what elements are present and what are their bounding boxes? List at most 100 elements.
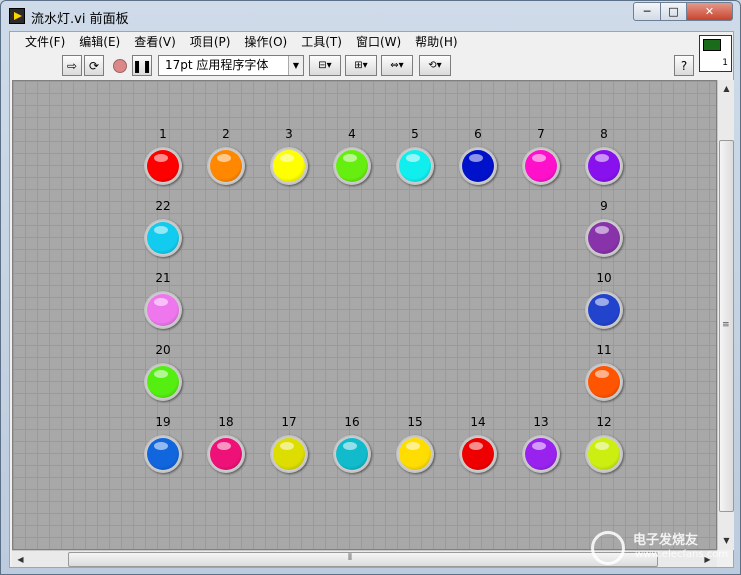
menu-bar: 文件(F) 编辑(E) 查看(V) 项目(P) 操作(O) 工具(T) 窗口(W… <box>10 32 733 52</box>
led-bulb <box>147 438 179 470</box>
menu-operate[interactable]: 操作(O) <box>237 32 294 52</box>
reorder-button[interactable]: ⟲▾ <box>419 55 451 76</box>
menu-window[interactable]: 窗口(W) <box>349 32 408 52</box>
menu-view[interactable]: 查看(V) <box>127 32 183 52</box>
led-label: 18 <box>218 415 234 429</box>
led-label: 8 <box>600 127 608 141</box>
pause-button[interactable]: ❚❚ <box>132 55 152 76</box>
led-indicator-2[interactable] <box>207 147 245 185</box>
labview-front-panel-window: 流水灯.vi 前面板 ─ □ ✕ 文件(F) 编辑(E) 查看(V) 项目(P)… <box>0 0 741 575</box>
distribute-objects-button[interactable]: ⊞▾ <box>345 55 377 76</box>
close-button[interactable]: ✕ <box>686 2 733 21</box>
led-bulb <box>336 150 368 182</box>
resize-objects-button[interactable]: ⇔▾ <box>381 55 413 76</box>
led-bulb <box>336 438 368 470</box>
stop-icon <box>113 58 127 73</box>
led-indicator-3[interactable] <box>270 147 308 185</box>
reorder-icon: ⟲▾ <box>428 60 442 71</box>
led-indicator-17[interactable] <box>270 435 308 473</box>
led-indicator-22[interactable] <box>144 219 182 257</box>
abort-button[interactable] <box>110 55 130 76</box>
led-indicator-21[interactable] <box>144 291 182 329</box>
led-bulb <box>588 222 620 254</box>
led-indicator-18[interactable] <box>207 435 245 473</box>
minimize-button[interactable]: ─ <box>633 2 661 21</box>
run-button[interactable]: ⇨ <box>62 55 82 76</box>
led-indicator-8[interactable] <box>585 147 623 185</box>
close-icon: ✕ <box>704 5 715 18</box>
led-label: 19 <box>155 415 171 429</box>
vi-connector-icon[interactable]: 1 <box>699 35 732 72</box>
menu-project[interactable]: 项目(P) <box>183 32 238 52</box>
led-label: 12 <box>596 415 612 429</box>
run-continuously-button[interactable]: ⟳ <box>84 55 104 76</box>
client-area: 文件(F) 编辑(E) 查看(V) 项目(P) 操作(O) 工具(T) 窗口(W… <box>9 31 734 568</box>
led-label: 11 <box>596 343 612 357</box>
title-bar[interactable]: 流水灯.vi 前面板 ─ □ ✕ <box>1 1 740 31</box>
led-indicator-15[interactable] <box>396 435 434 473</box>
pause-icon: ❚❚ <box>131 58 153 73</box>
resize-objects-icon: ⇔▾ <box>390 60 404 71</box>
led-label: 16 <box>344 415 360 429</box>
distribute-objects-icon: ⊞▾ <box>354 60 368 71</box>
led-label: 22 <box>155 199 171 213</box>
menu-help[interactable]: 帮助(H) <box>408 32 464 52</box>
led-indicator-7[interactable] <box>522 147 560 185</box>
led-label: 5 <box>411 127 419 141</box>
led-indicator-13[interactable] <box>522 435 560 473</box>
help-icon: ? <box>680 58 688 73</box>
maximize-button[interactable]: □ <box>660 2 687 21</box>
led-indicator-20[interactable] <box>144 363 182 401</box>
led-label: 4 <box>348 127 356 141</box>
led-indicator-5[interactable] <box>396 147 434 185</box>
led-bulb <box>210 438 242 470</box>
context-help-button[interactable]: ? <box>674 55 694 76</box>
horizontal-scroll-thumb[interactable] <box>68 552 658 567</box>
led-bulb <box>147 150 179 182</box>
led-bulb <box>588 150 620 182</box>
watermark-site: www.elecfans.com <box>635 549 729 560</box>
front-panel-canvas[interactable]: 1 2 3 4 5 6 7 8 9 10 11 12 13 14 15 16 17 18 19 20 21 22 <box>12 80 717 550</box>
led-indicator-10[interactable] <box>585 291 623 329</box>
led-label: 17 <box>281 415 297 429</box>
align-objects-button[interactable]: ⊟▾ <box>309 55 341 76</box>
led-bulb <box>273 438 305 470</box>
led-label: 21 <box>155 271 171 285</box>
led-indicator-11[interactable] <box>585 363 623 401</box>
led-bulb <box>462 150 494 182</box>
led-label: 20 <box>155 343 171 357</box>
scroll-left-icon[interactable]: ◀ <box>13 552 28 567</box>
chevron-down-icon: ▼ <box>288 56 303 75</box>
menu-edit[interactable]: 编辑(E) <box>72 32 127 52</box>
led-indicator-19[interactable] <box>144 435 182 473</box>
led-label: 1 <box>159 127 167 141</box>
menu-tools[interactable]: 工具(T) <box>294 32 349 52</box>
labview-vi-icon <box>9 8 25 24</box>
menu-file[interactable]: 文件(F) <box>18 32 72 52</box>
led-bulb <box>147 294 179 326</box>
led-bulb <box>210 150 242 182</box>
led-indicator-6[interactable] <box>459 147 497 185</box>
led-indicator-14[interactable] <box>459 435 497 473</box>
led-indicator-4[interactable] <box>333 147 371 185</box>
scroll-up-icon[interactable]: ▲ <box>719 81 734 96</box>
led-bulb <box>147 222 179 254</box>
led-label: 7 <box>537 127 545 141</box>
led-label: 10 <box>596 271 612 285</box>
grip-icon: ≡ <box>722 320 730 330</box>
led-label: 13 <box>533 415 549 429</box>
led-indicator-12[interactable] <box>585 435 623 473</box>
led-indicator-9[interactable] <box>585 219 623 257</box>
led-indicator-16[interactable] <box>333 435 371 473</box>
vertical-scrollbar[interactable]: ▲ ≡ ▼ <box>717 80 734 550</box>
led-bulb <box>399 150 431 182</box>
led-indicator-1[interactable] <box>144 147 182 185</box>
grip-icon: ⦀ <box>348 553 352 563</box>
font-select-value: 17pt 应用程序字体 <box>165 58 269 72</box>
led-bulb <box>399 438 431 470</box>
waveform-icon <box>703 39 721 51</box>
maximize-icon: □ <box>668 5 679 18</box>
font-select[interactable]: 17pt 应用程序字体 ▼ <box>158 55 304 76</box>
led-label: 14 <box>470 415 486 429</box>
led-bulb <box>525 438 557 470</box>
